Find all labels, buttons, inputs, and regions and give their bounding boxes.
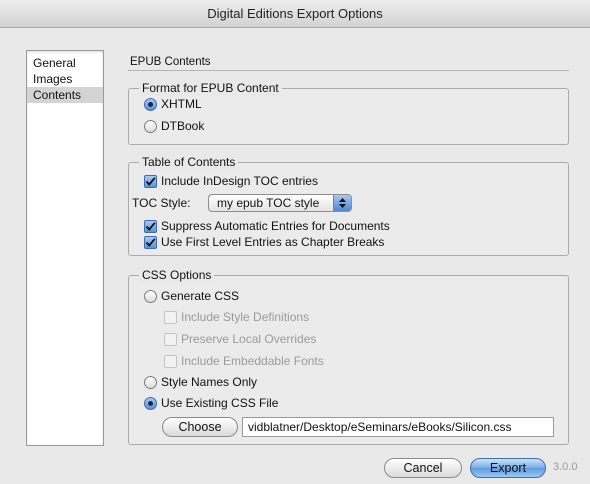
- toc-style-select[interactable]: my epub TOC style: [208, 194, 352, 212]
- format-legend: Format for EPUB Content: [139, 80, 282, 96]
- window-title: Digital Editions Export Options: [0, 0, 590, 28]
- first-level-checkbox-row[interactable]: Use First Level Entries as Chapter Break…: [144, 234, 384, 250]
- section-title: EPUB Contents: [130, 56, 211, 68]
- css-path-field[interactable]: vidblatner/Desktop/eSeminars/eBooks/Sili…: [242, 417, 554, 437]
- first-level-label: Use First Level Entries as Chapter Break…: [161, 235, 385, 249]
- include-toc-checkbox[interactable]: [144, 174, 157, 188]
- sidebar-item-general[interactable]: General: [27, 55, 103, 71]
- embeddable-fonts-label: Include Embeddable Fonts: [181, 354, 324, 368]
- include-toc-label: Include InDesign TOC entries: [161, 174, 318, 188]
- css-legend: CSS Options: [139, 267, 215, 283]
- toc-style-label: TOC Style:: [132, 196, 191, 210]
- choose-button[interactable]: Choose: [162, 417, 238, 437]
- preserve-overrides-label: Preserve Local Overrides: [181, 332, 317, 346]
- version-label: 3.0.0: [553, 461, 578, 473]
- toc-style-value: my epub TOC style: [217, 196, 320, 210]
- include-style-definitions-checkbox[interactable]: [164, 310, 177, 324]
- radio-generate-css[interactable]: Generate CSS: [144, 288, 239, 304]
- style-names-label: Style Names Only: [161, 375, 258, 389]
- checkmark-icon: [145, 176, 156, 186]
- checkmark-icon: [145, 237, 156, 247]
- section-divider: [128, 70, 569, 71]
- radio-xhtml-label: XHTML: [161, 97, 202, 111]
- embeddable-fonts-checkbox[interactable]: [164, 354, 177, 368]
- preserve-overrides-row[interactable]: Preserve Local Overrides: [164, 331, 316, 347]
- popup-arrows-icon: [333, 195, 351, 211]
- radio-xhtml-button[interactable]: [144, 97, 157, 111]
- radio-xhtml[interactable]: XHTML: [144, 96, 202, 112]
- embeddable-fonts-row[interactable]: Include Embeddable Fonts: [164, 353, 324, 369]
- first-level-checkbox[interactable]: [144, 235, 157, 249]
- generate-css-label: Generate CSS: [161, 289, 240, 303]
- radio-style-names-button[interactable]: [144, 375, 157, 389]
- sidebar-item-contents[interactable]: Contents: [27, 87, 103, 103]
- radio-dtbook-label: DTBook: [161, 119, 205, 133]
- radio-dtbook[interactable]: DTBook: [144, 118, 204, 134]
- radio-generate-css-button[interactable]: [144, 289, 157, 303]
- include-style-definitions-row[interactable]: Include Style Definitions: [164, 309, 309, 325]
- suppress-entries-checkbox-row[interactable]: Suppress Automatic Entries for Documents: [144, 218, 390, 234]
- radio-dtbook-button[interactable]: [144, 119, 157, 133]
- export-options-dialog: Digital Editions Export Options General …: [0, 0, 590, 484]
- toc-legend: Table of Contents: [139, 154, 239, 170]
- category-list: General Images Contents: [26, 50, 104, 446]
- use-existing-label: Use Existing CSS File: [161, 396, 279, 410]
- checkmark-icon: [145, 221, 156, 231]
- suppress-entries-label: Suppress Automatic Entries for Documents: [161, 219, 390, 233]
- radio-style-names-only[interactable]: Style Names Only: [144, 374, 257, 390]
- preserve-overrides-checkbox[interactable]: [164, 332, 177, 346]
- radio-use-existing-button[interactable]: [144, 396, 157, 410]
- suppress-entries-checkbox[interactable]: [144, 219, 157, 233]
- export-button[interactable]: Export: [470, 458, 546, 478]
- cancel-button[interactable]: Cancel: [384, 458, 462, 478]
- sidebar-item-images[interactable]: Images: [27, 71, 103, 87]
- radio-use-existing-css[interactable]: Use Existing CSS File: [144, 395, 278, 411]
- include-style-definitions-label: Include Style Definitions: [181, 310, 310, 324]
- include-toc-checkbox-row[interactable]: Include InDesign TOC entries: [144, 173, 318, 189]
